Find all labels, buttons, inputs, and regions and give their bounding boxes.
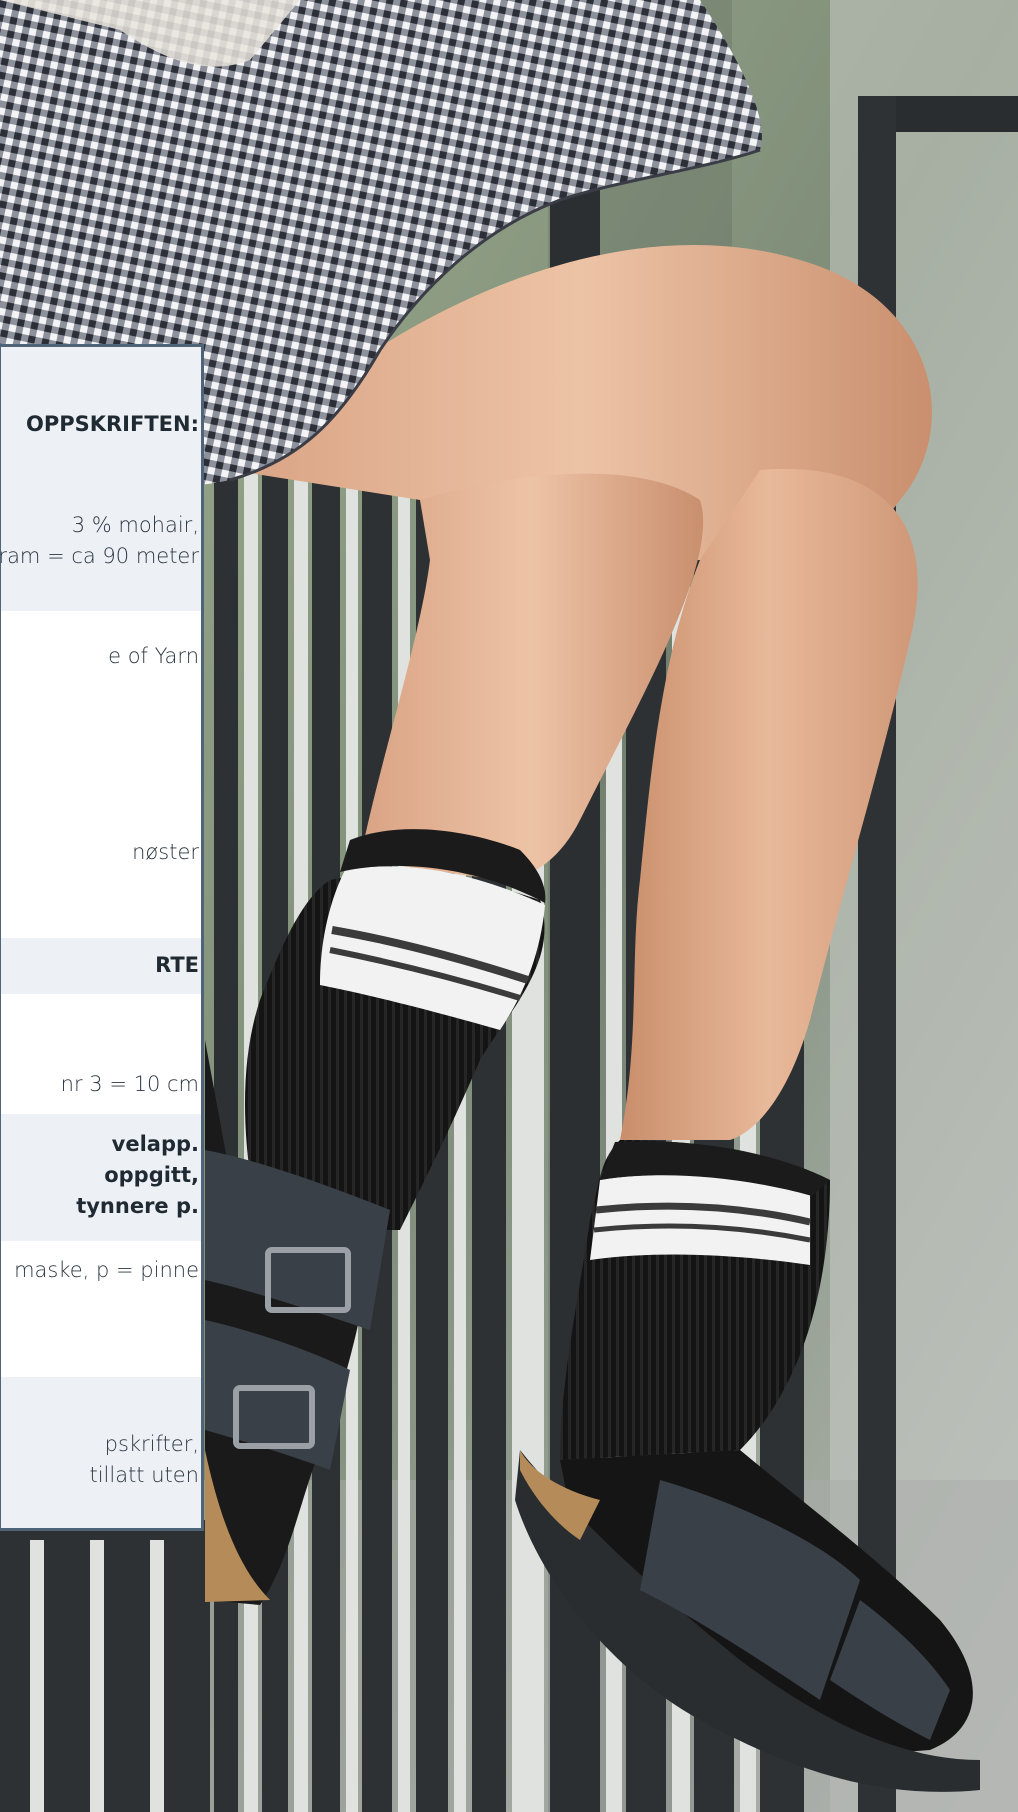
pattern-info-panel: OPPSKRIFTEN: 3 % mohair, gram = ca 90 me…	[0, 344, 204, 1531]
yarn-info-section: e of Yarn nøster	[1, 611, 201, 938]
recipe-heading: OPPSKRIFTEN:	[25, 412, 199, 436]
needle-note-line: oppgitt,	[104, 1163, 199, 1187]
recipe-header-section: OPPSKRIFTEN: 3 % mohair, gram = ca 90 me…	[1, 347, 201, 611]
gauge-line: nr 3 = 10 cm	[60, 1072, 199, 1096]
copyright-section: pskrifter, tillatt uten	[1, 1377, 201, 1528]
gauge-section: nr 3 = 10 cm	[1, 994, 201, 1114]
needle-note-section: velapp. oppgitt, tynnere p.	[1, 1114, 201, 1241]
yarn-line: e of Yarn	[108, 644, 199, 668]
size-heading-section: RTE	[1, 938, 201, 994]
recipe-line: gram = ca 90 meter	[1, 544, 199, 568]
copyright-line: tillatt uten	[89, 1463, 199, 1487]
needle-note-line: velapp.	[111, 1132, 199, 1156]
abbreviations-section: maske, p = pinne	[1, 1241, 201, 1377]
abbreviation-line: maske, p = pinne	[14, 1258, 199, 1282]
copyright-line: pskrifter,	[104, 1432, 199, 1456]
yarn-line: nøster	[132, 840, 199, 864]
size-heading: RTE	[155, 953, 199, 977]
page: OPPSKRIFTEN: 3 % mohair, gram = ca 90 me…	[0, 0, 1018, 1812]
recipe-line: 3 % mohair,	[71, 513, 199, 537]
needle-note-line: tynnere p.	[76, 1194, 199, 1218]
